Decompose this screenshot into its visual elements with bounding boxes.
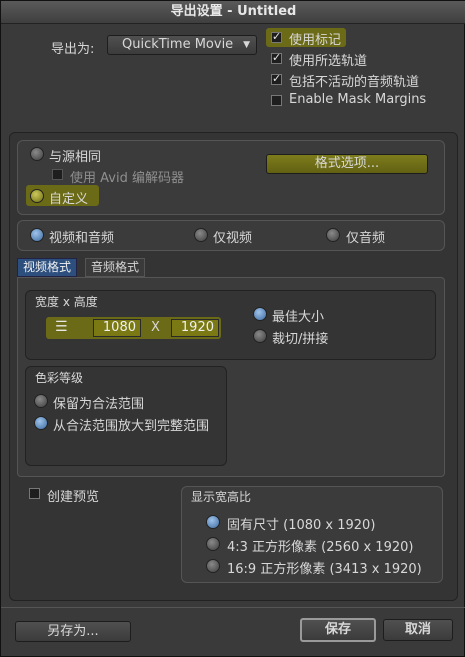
four-three-radio[interactable] <box>206 537 220 551</box>
size-label: 宽度 x 高度 <box>35 295 98 309</box>
native-size-radio[interactable] <box>206 515 220 529</box>
height-input[interactable]: 1920 <box>171 319 219 337</box>
export-as-label: 导出为: <box>51 42 95 57</box>
export-as-value: QuickTime Movie <box>122 37 234 52</box>
use-markers-label: 使用标记 <box>289 33 342 48</box>
enable-mask-margins-checkbox[interactable] <box>271 95 282 106</box>
crop-pad-radio[interactable] <box>253 329 267 343</box>
format-options-button[interactable]: 格式选项... <box>266 154 428 174</box>
footer-divider <box>1 607 465 608</box>
width-input[interactable]: 1080 <box>93 319 141 337</box>
crop-pad-label: 裁切/拼接 <box>272 332 329 347</box>
audio-only-radio[interactable] <box>326 228 340 242</box>
scale-to-full-label: 从合法范围放大到完整范围 <box>53 419 210 434</box>
use-selected-tracks-label: 使用所选轨道 <box>289 54 368 69</box>
use-avid-codec-checkbox[interactable] <box>52 169 63 180</box>
tab-audio-format[interactable]: 音频格式 <box>85 258 146 277</box>
size-separator: X <box>151 320 160 335</box>
video-only-label: 仅视频 <box>213 231 253 246</box>
color-levels-label: 色彩等级 <box>35 371 84 385</box>
create-preview-label: 创建预览 <box>47 490 100 505</box>
audio-only-label: 仅音频 <box>346 231 386 246</box>
chevron-down-icon: ▼ <box>243 40 250 50</box>
export-settings-window: 导出设置 - Untitled 导出为: QuickTime Movie ▼ 使… <box>0 0 465 657</box>
include-inactive-audio-label: 包括不活动的音频轨道 <box>289 75 420 90</box>
native-size-label: 固有尺寸 (1080 x 1920) <box>227 518 376 533</box>
video-only-radio[interactable] <box>194 228 208 242</box>
aspect-ratio-label: 显示宽高比 <box>191 490 252 504</box>
cancel-button[interactable]: 取消 <box>383 619 453 641</box>
keep-legal-label: 保留为合法范围 <box>53 397 145 412</box>
four-three-label: 4:3 正方形像素 (2560 x 1920) <box>227 540 414 555</box>
enable-mask-margins-label: Enable Mask Margins <box>289 92 427 107</box>
same-as-source-radio[interactable] <box>30 147 44 161</box>
save-button[interactable]: 保存 <box>300 618 376 642</box>
sixteen-nine-radio[interactable] <box>206 559 220 573</box>
save-as-button[interactable]: 另存为... <box>15 621 131 642</box>
same-as-source-label: 与源相同 <box>49 150 102 165</box>
custom-label: 自定义 <box>49 192 89 207</box>
link-icon[interactable]: ☰ <box>55 319 68 335</box>
best-size-label: 最佳大小 <box>272 310 325 325</box>
custom-radio[interactable] <box>30 189 44 203</box>
include-inactive-audio-checkbox[interactable] <box>271 72 282 85</box>
keep-legal-radio[interactable] <box>34 394 48 408</box>
best-size-radio[interactable] <box>253 307 267 321</box>
use-selected-tracks-checkbox[interactable] <box>271 51 282 64</box>
export-as-dropdown[interactable]: QuickTime Movie ▼ <box>107 35 257 55</box>
create-preview-checkbox[interactable] <box>29 488 40 499</box>
use-avid-codec-label: 使用 Avid 编解码器 <box>70 171 184 186</box>
video-and-audio-radio[interactable] <box>30 228 44 242</box>
video-and-audio-label: 视频和音频 <box>49 231 115 246</box>
tab-video-format[interactable]: 视频格式 <box>17 258 78 277</box>
window-title: 导出设置 - Untitled <box>1 1 465 24</box>
use-markers-checkbox[interactable] <box>271 30 282 43</box>
scale-to-full-radio[interactable] <box>34 416 48 430</box>
sixteen-nine-label: 16:9 正方形像素 (3413 x 1920) <box>227 562 422 577</box>
